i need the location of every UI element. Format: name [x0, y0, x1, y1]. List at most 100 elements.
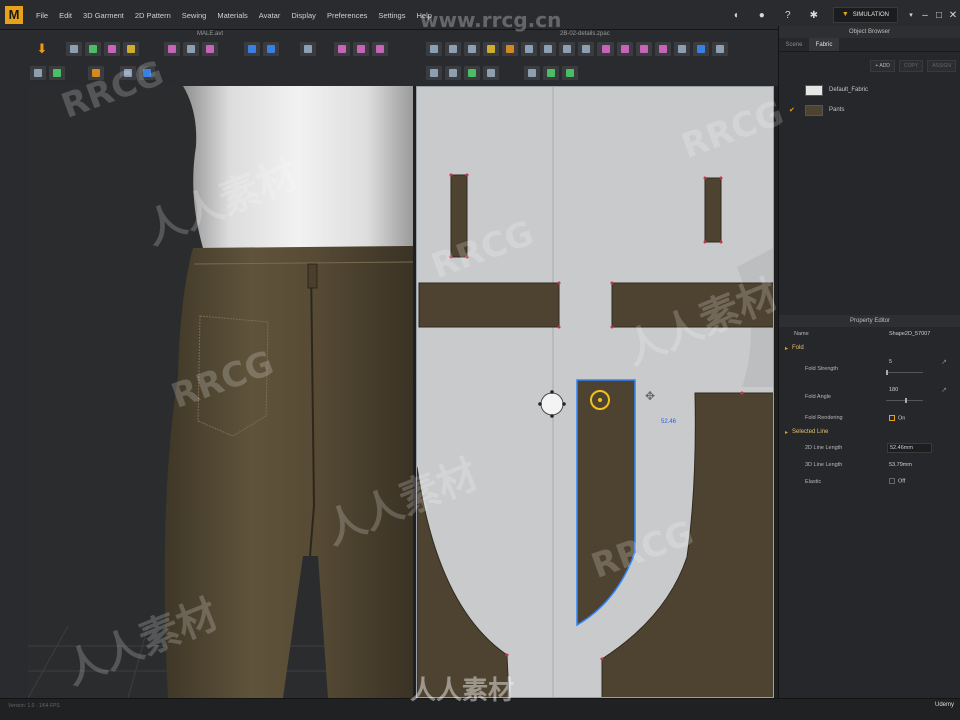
menu-sewing[interactable]: Sewing	[182, 11, 207, 20]
menu-edit[interactable]: Edit	[59, 11, 72, 20]
selected-line-section-header[interactable]: ▸ Selected Line	[779, 425, 960, 439]
settings-icon[interactable]: ✱	[801, 10, 827, 21]
menu-file[interactable]: File	[36, 11, 48, 20]
slider-thumb[interactable]	[904, 398, 907, 403]
move-down-arrow-icon[interactable]: ⬇	[34, 42, 50, 56]
expression-icon[interactable]: ↗	[941, 358, 947, 366]
help-icon[interactable]: ?	[775, 10, 801, 21]
maximize-icon[interactable]: □	[932, 10, 946, 21]
waistband-piece-left[interactable]	[418, 282, 560, 328]
show-baseline-icon[interactable]	[426, 66, 442, 80]
menu-settings[interactable]: Settings	[378, 11, 405, 20]
select-move-icon[interactable]	[66, 42, 82, 56]
fly-piece-selected[interactable]	[576, 379, 636, 627]
tack-icon[interactable]	[104, 42, 120, 56]
texture-edit-icon[interactable]	[674, 42, 690, 56]
tab-scene[interactable]: Scene	[779, 38, 809, 51]
pivot-point-icon[interactable]	[538, 390, 566, 418]
belt-loop-piece-right[interactable]	[704, 177, 722, 243]
menu-materials[interactable]: Materials	[217, 11, 247, 20]
menu-display[interactable]: Display	[291, 11, 316, 20]
menu-3d-garment[interactable]: 3D Garment	[83, 11, 124, 20]
fold-strength-slider[interactable]	[886, 370, 923, 375]
free-sewing-icon[interactable]	[617, 42, 633, 56]
m-n-sewing-icon[interactable]	[636, 42, 652, 56]
fold-angle-value[interactable]: 180	[889, 387, 898, 393]
menu-preferences[interactable]: Preferences	[327, 11, 367, 20]
fold-arrangement-icon[interactable]	[123, 42, 139, 56]
object-browser-tabs: Scene Fabric	[779, 38, 960, 52]
name-label: Name	[794, 331, 809, 337]
show-mesh-icon[interactable]	[483, 66, 499, 80]
view-front-icon[interactable]	[120, 66, 136, 80]
slider-thumb[interactable]	[886, 370, 888, 375]
fold-section-header[interactable]: ▸ Fold	[779, 341, 960, 355]
symmetry-icon[interactable]	[300, 42, 316, 56]
fold-strength-label: Fold Strength	[805, 366, 839, 372]
pants-back-piece[interactable]	[417, 466, 510, 698]
fill-icon[interactable]	[524, 66, 540, 80]
zipper-icon[interactable]	[334, 42, 350, 56]
menu-help[interactable]: Help	[416, 11, 431, 20]
garment-show-icon[interactable]	[263, 42, 279, 56]
pattern-view-icon[interactable]	[693, 42, 709, 56]
menu-2d-pattern[interactable]: 2D Pattern	[135, 11, 171, 20]
uv-icon[interactable]	[562, 66, 578, 80]
fold-angle-slider[interactable]	[886, 398, 923, 403]
view-side-icon[interactable]	[139, 66, 155, 80]
select-mesh-icon[interactable]	[85, 42, 101, 56]
display-avatar-icon[interactable]	[30, 66, 46, 80]
rectangle-icon[interactable]	[540, 42, 556, 56]
main-menu: File Edit 3D Garment 2D Pattern Sewing M…	[36, 0, 432, 30]
fabric-texture-icon[interactable]	[543, 66, 559, 80]
belt-loop-piece-left[interactable]	[450, 174, 468, 258]
measure-icon[interactable]	[183, 42, 199, 56]
fabric-item-pants[interactable]: ✔ Pants	[779, 100, 960, 120]
minimize-icon[interactable]: –	[918, 10, 932, 21]
pin-icon[interactable]	[164, 42, 180, 56]
tab-fabric[interactable]: Fabric	[809, 38, 839, 51]
add-point-icon[interactable]	[502, 42, 518, 56]
curve-point-icon[interactable]	[483, 42, 499, 56]
simulation-button[interactable]: ▼ SIMULATION	[832, 7, 898, 23]
line-length-2d-field[interactable]: 52.46mm	[887, 442, 932, 453]
pattern-display-toolbar	[426, 66, 499, 80]
fabric-item-default[interactable]: Default_Fabric	[779, 80, 960, 100]
annotation-icon[interactable]	[712, 42, 728, 56]
ellipse-icon[interactable]	[559, 42, 575, 56]
wireframe-icon[interactable]	[88, 66, 104, 80]
3d-viewport[interactable]	[28, 86, 413, 698]
edit-pattern-icon[interactable]	[426, 42, 442, 56]
volume-icon[interactable]: ◖	[723, 10, 749, 21]
elastic-toggle[interactable]: Off	[889, 478, 905, 485]
copy-fabric-button[interactable]: COPY	[898, 60, 924, 72]
fold-rendering-toggle[interactable]: On	[889, 414, 905, 421]
steam-icon[interactable]	[202, 42, 218, 56]
dropdown-icon[interactable]: ▾	[904, 11, 918, 19]
internal-polygon-icon[interactable]	[578, 42, 594, 56]
fold-strength-value[interactable]: 5	[889, 359, 892, 365]
close-icon[interactable]: ✕	[946, 10, 960, 21]
polygon-icon[interactable]	[521, 42, 537, 56]
2d-pattern-window[interactable]: ✥ 52.46	[416, 86, 774, 698]
simulation-label: SIMULATION	[852, 12, 889, 18]
assign-fabric-button[interactable]: ASSIGN	[927, 60, 956, 72]
waistband-piece-right[interactable]	[611, 282, 774, 328]
expression-icon[interactable]: ↗	[941, 386, 947, 394]
user-icon[interactable]: ●	[749, 10, 775, 21]
check-sewing-icon[interactable]	[655, 42, 671, 56]
avatar-show-icon[interactable]	[244, 42, 260, 56]
show-grid-icon[interactable]	[445, 66, 461, 80]
show-texture-icon[interactable]	[464, 66, 480, 80]
name-value[interactable]: Shape2D_57007	[889, 331, 930, 337]
edit-point-icon[interactable]	[464, 42, 480, 56]
3d-scene	[28, 86, 413, 698]
topstitch-icon[interactable]	[372, 42, 388, 56]
transform-pattern-icon[interactable]	[445, 42, 461, 56]
segment-sewing-icon[interactable]	[598, 42, 614, 56]
menu-avatar[interactable]: Avatar	[259, 11, 281, 20]
button-icon[interactable]	[353, 42, 369, 56]
add-fabric-button[interactable]: + ADD	[870, 60, 895, 72]
display-texture-icon[interactable]	[49, 66, 65, 80]
pants-3d[interactable]	[164, 246, 413, 698]
